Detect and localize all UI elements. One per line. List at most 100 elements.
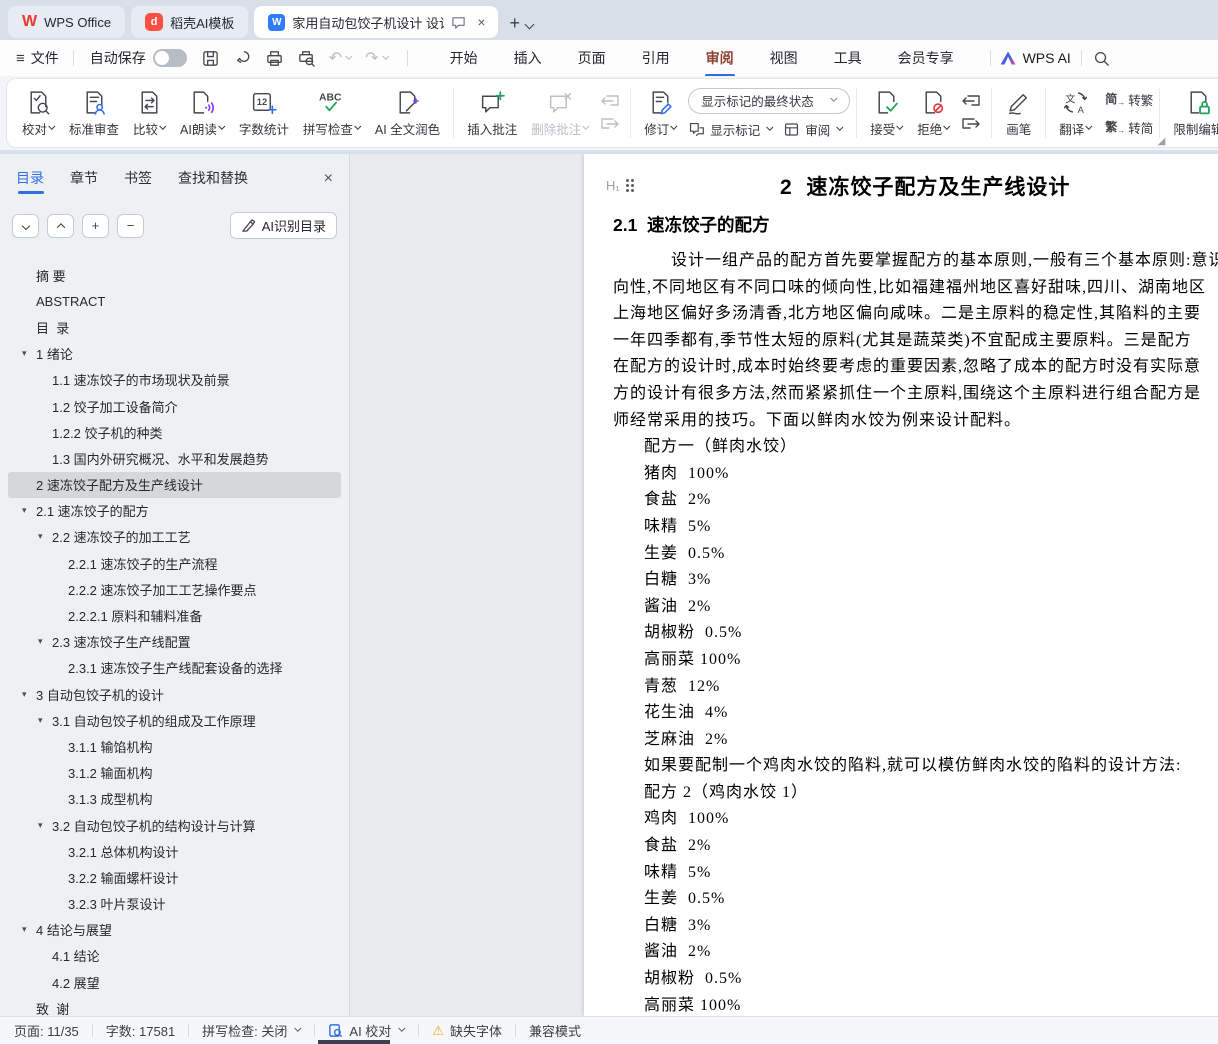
traditional-to-simplified-button[interactable]: 繁 转简 xyxy=(1105,118,1153,137)
group-expander-icon[interactable]: ◢ xyxy=(1158,136,1166,147)
toc-item[interactable]: ▾4 结论与展望 xyxy=(8,917,341,943)
wps-ai-button[interactable]: WPS AI xyxy=(1001,50,1071,66)
review-pane-button[interactable]: 审阅 xyxy=(783,120,843,139)
ai-proofread-status[interactable]: AI 校对 xyxy=(328,1021,405,1040)
document-page[interactable]: H₁ 2 速冻饺子配方及生产线设计 2.1 速冻饺子的配方 设计一组产品的配方首… xyxy=(584,154,1218,1016)
ai-read-aloud-button[interactable]: AI朗读 xyxy=(173,85,232,142)
previous-comment-icon[interactable] xyxy=(599,93,621,110)
collapse-triangle-icon[interactable]: ▾ xyxy=(22,348,36,359)
collapse-triangle-icon[interactable]: ▾ xyxy=(38,715,52,726)
toc-item[interactable]: 2.3.1 速冻饺子生产线配套设备的选择 xyxy=(8,655,341,681)
toc-item[interactable]: 3.1.2 输面机构 xyxy=(8,760,341,786)
print-icon[interactable] xyxy=(265,49,284,68)
close-tab-icon[interactable]: × xyxy=(473,14,489,30)
markup-state-select[interactable]: 显示标记的最终状态 xyxy=(688,88,850,114)
menu-tab-插入[interactable]: 插入 xyxy=(496,40,560,76)
toc-item[interactable]: ▾3.2 自动包饺子机的结构设计与计算 xyxy=(8,812,341,838)
next-comment-icon[interactable] xyxy=(599,116,621,133)
toc-item[interactable]: ▾3 自动包饺子机的设计 xyxy=(8,681,341,707)
toc-item[interactable]: 3.1.3 成型机构 xyxy=(8,786,341,812)
save-icon[interactable] xyxy=(201,49,220,68)
undo-button[interactable]: ↶ xyxy=(329,48,352,68)
zoom-in-outline-button[interactable]: + xyxy=(82,214,109,238)
collapse-triangle-icon[interactable]: ▾ xyxy=(22,689,36,700)
output-share-icon[interactable] xyxy=(233,49,252,68)
show-markup-button[interactable]: 显示标记 xyxy=(688,120,773,139)
sidebar-tab-书签[interactable]: 书签 xyxy=(124,168,152,194)
toc-item[interactable]: 1.3 国内外研究概况、水平和发展趋势 xyxy=(8,445,341,471)
reject-change-button[interactable]: 拒绝 xyxy=(910,85,957,142)
collapse-triangle-icon[interactable]: ▾ xyxy=(22,505,36,516)
toc-item[interactable]: 1.2.2 饺子机的种类 xyxy=(8,419,341,445)
simplified-to-traditional-button[interactable]: 简 转繁 xyxy=(1105,90,1153,109)
spellcheck-status[interactable]: 拼写检查: 关闭 xyxy=(202,1021,301,1040)
drag-handle-icon[interactable] xyxy=(626,179,634,192)
ai-recognize-toc-button[interactable]: AI识别目录 xyxy=(230,212,337,239)
translate-button[interactable]: 文A 翻译 xyxy=(1052,85,1099,142)
toc-item[interactable]: ▾2.1 速冻饺子的配方 xyxy=(8,498,341,524)
menu-tab-工具[interactable]: 工具 xyxy=(816,40,880,76)
ink-brush-button[interactable]: 画笔 xyxy=(998,85,1039,142)
menu-tab-审阅[interactable]: 审阅 xyxy=(688,40,752,76)
spell-check-button[interactable]: ABC 拼写检查 xyxy=(296,85,368,142)
compatibility-mode-badge[interactable]: 兼容模式 xyxy=(529,1021,581,1040)
track-changes-button[interactable]: 修订 xyxy=(637,85,684,142)
word-count-indicator[interactable]: 字数: 17581 xyxy=(106,1021,175,1040)
standard-review-button[interactable]: 标准审查 xyxy=(62,85,126,142)
delete-comment-button[interactable]: 删除批注 xyxy=(524,85,596,142)
toc-item[interactable]: ▾2.3 速冻饺子生产线配置 xyxy=(8,629,341,655)
tab-list-caret-icon[interactable] xyxy=(525,20,535,30)
tab-docer-templates[interactable]: d 稻壳AI模板 xyxy=(131,6,248,38)
toc-item[interactable]: 3.2.1 总体机构设计 xyxy=(8,838,341,864)
toc-item[interactable]: 3.2.2 输面螺杆设计 xyxy=(8,864,341,890)
page-indicator[interactable]: 页面: 11/35 xyxy=(14,1021,79,1040)
toc-item[interactable]: ▾1 绪论 xyxy=(8,341,341,367)
menu-tab-页面[interactable]: 页面 xyxy=(560,40,624,76)
search-icon[interactable] xyxy=(1092,49,1111,68)
sidebar-tab-章节[interactable]: 章节 xyxy=(70,168,98,194)
comment-bubble-icon[interactable] xyxy=(451,15,466,30)
redo-button[interactable]: ↷ xyxy=(365,48,388,68)
word-count-button[interactable]: 12 字数统计 xyxy=(232,85,296,142)
toc-item[interactable]: 2.2.1 速冻饺子的生产流程 xyxy=(8,550,341,576)
toc-item[interactable]: 4.2 展望 xyxy=(8,969,341,995)
toc-item[interactable]: ▾2.2 速冻饺子的加工工艺 xyxy=(8,524,341,550)
autosave-control[interactable]: 自动保存 xyxy=(90,48,187,68)
menu-tab-引用[interactable]: 引用 xyxy=(624,40,688,76)
autosave-toggle[interactable] xyxy=(153,49,187,67)
close-pane-icon[interactable]: × xyxy=(324,170,333,192)
sidebar-tab-目录[interactable]: 目录 xyxy=(16,168,44,194)
toc-item[interactable]: 3.1.1 输馅机构 xyxy=(8,733,341,759)
toc-item[interactable]: 1.2 饺子加工设备简介 xyxy=(8,393,341,419)
menu-tab-开始[interactable]: 开始 xyxy=(432,40,496,76)
missing-font-warning[interactable]: ⚠ 缺失字体 xyxy=(432,1021,502,1040)
proofread-button[interactable]: 校对 xyxy=(15,85,62,142)
restrict-editing-button[interactable]: 限制编辑 xyxy=(1166,85,1218,142)
print-preview-icon[interactable] xyxy=(297,49,316,68)
toc-item[interactable]: 致 谢 xyxy=(8,995,341,1016)
new-tab-button[interactable]: + xyxy=(510,13,521,34)
toc-item[interactable]: ABSTRACT xyxy=(8,288,341,314)
previous-change-icon[interactable] xyxy=(960,93,982,110)
collapse-all-button[interactable] xyxy=(12,214,39,238)
collapse-triangle-icon[interactable]: ▾ xyxy=(22,924,36,935)
tab-wps-office[interactable]: W WPS Office xyxy=(8,6,125,38)
next-change-icon[interactable] xyxy=(960,116,982,133)
toc-item[interactable]: 4.1 结论 xyxy=(8,943,341,969)
toc-item[interactable]: 摘 要 xyxy=(8,262,341,288)
compare-button[interactable]: 比较 xyxy=(126,85,173,142)
collapse-triangle-icon[interactable]: ▾ xyxy=(38,636,52,647)
menu-tab-会员专享[interactable]: 会员专享 xyxy=(880,40,972,76)
toc-item[interactable]: 3.2.3 叶片泵设计 xyxy=(8,891,341,917)
toc-item[interactable]: 2.2.2.1 原料和辅料准备 xyxy=(8,602,341,628)
tab-document[interactable]: W 家用自动包饺子机设计 设计说 × xyxy=(254,6,497,38)
file-menu-button[interactable]: ≡ 文件 xyxy=(12,48,63,68)
ai-polish-button[interactable]: AI 全文润色 xyxy=(368,85,447,142)
toc-item[interactable]: 2 速冻饺子配方及生产线设计 xyxy=(8,472,341,498)
insert-comment-button[interactable]: 插入批注 xyxy=(460,85,524,142)
collapse-triangle-icon[interactable]: ▾ xyxy=(38,531,52,542)
toc-item[interactable]: 2.2.2 速冻饺子加工工艺操作要点 xyxy=(8,576,341,602)
toc-item[interactable]: ▾3.1 自动包饺子机的组成及工作原理 xyxy=(8,707,341,733)
heading-level-badge[interactable]: H₁ xyxy=(606,178,634,193)
toc-item[interactable]: 1.1 速冻饺子的市场现状及前景 xyxy=(8,367,341,393)
